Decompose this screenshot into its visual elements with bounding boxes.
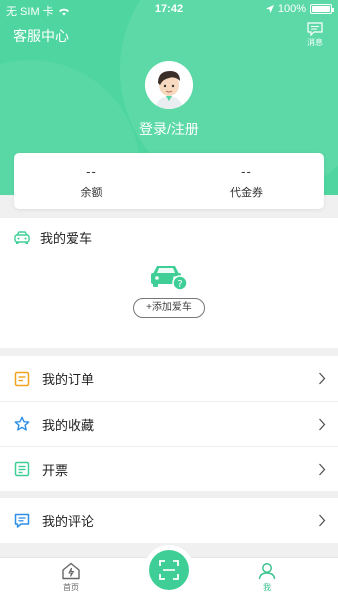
scan-button[interactable] [149, 550, 189, 590]
menu-item-label: 我的评论 [42, 514, 95, 529]
messages-label: 消息 [307, 38, 323, 47]
menu-group-orders: 我的订单 我的收藏 开票 [0, 356, 338, 491]
battery-percent: 100% [277, 3, 306, 15]
tab-home[interactable]: 首页 [41, 562, 101, 593]
chevron-right-icon [319, 372, 326, 385]
my-car-header: 我的爱车 [14, 228, 92, 247]
user-icon [258, 563, 276, 580]
avatar[interactable] [145, 61, 193, 109]
star-icon [14, 416, 30, 432]
order-icon [14, 371, 30, 387]
balance-label: 余额 [80, 187, 103, 199]
menu-item-label: 开票 [42, 462, 69, 478]
avatar-illustration [145, 61, 193, 109]
scan-icon [159, 560, 179, 580]
comment-icon [14, 513, 30, 529]
voucher-value: -- [241, 164, 252, 179]
battery-icon [310, 4, 334, 14]
voucher-label: 代金券 [230, 187, 263, 199]
status-right: 100% [265, 3, 334, 15]
status-bar: 无 SIM 卡 17:42 100% [0, 0, 338, 18]
message-icon [307, 22, 323, 36]
wallet-card: -- 余额 -- 代金券 [14, 153, 324, 209]
invoice-icon [14, 461, 30, 477]
add-car-button[interactable]: +添加爱车 [133, 298, 205, 318]
menu-item-invoice[interactable]: 开票 [0, 446, 338, 491]
balance-cell[interactable]: -- 余额 [14, 153, 169, 209]
menu-item-comments[interactable]: 我的评论 [0, 498, 338, 543]
tab-me[interactable]: 我 [237, 562, 297, 593]
my-car-section: 我的爱车 ? +添加爱车 [0, 218, 338, 348]
svg-text:?: ? [177, 279, 182, 290]
balance-value: -- [86, 164, 97, 179]
tab-me-label: 我 [263, 583, 271, 592]
chevron-right-icon [319, 514, 326, 527]
location-arrow-icon [265, 5, 274, 13]
login-register-link[interactable]: 登录/注册 [0, 119, 338, 139]
home-icon [62, 562, 80, 580]
customer-service-link[interactable]: 客服中心 [13, 26, 69, 46]
car-placeholder-illustration: ? [149, 262, 189, 297]
tab-home-label: 首页 [63, 583, 79, 592]
menu-group-comments: 我的评论 [0, 498, 338, 543]
menu-item-label: 我的收藏 [42, 417, 95, 433]
chevron-right-icon [319, 418, 326, 431]
car-question-icon: ? [151, 266, 188, 291]
voucher-cell[interactable]: -- 代金券 [169, 153, 324, 209]
my-car-title: 我的爱车 [40, 231, 93, 246]
menu-item-label: 我的订单 [42, 372, 95, 387]
car-icon [14, 230, 30, 244]
chevron-right-icon [319, 463, 326, 476]
messages-button[interactable]: 消息 [304, 22, 326, 48]
menu-item-orders[interactable]: 我的订单 [0, 356, 338, 401]
menu-item-favorites[interactable]: 我的收藏 [0, 401, 338, 446]
